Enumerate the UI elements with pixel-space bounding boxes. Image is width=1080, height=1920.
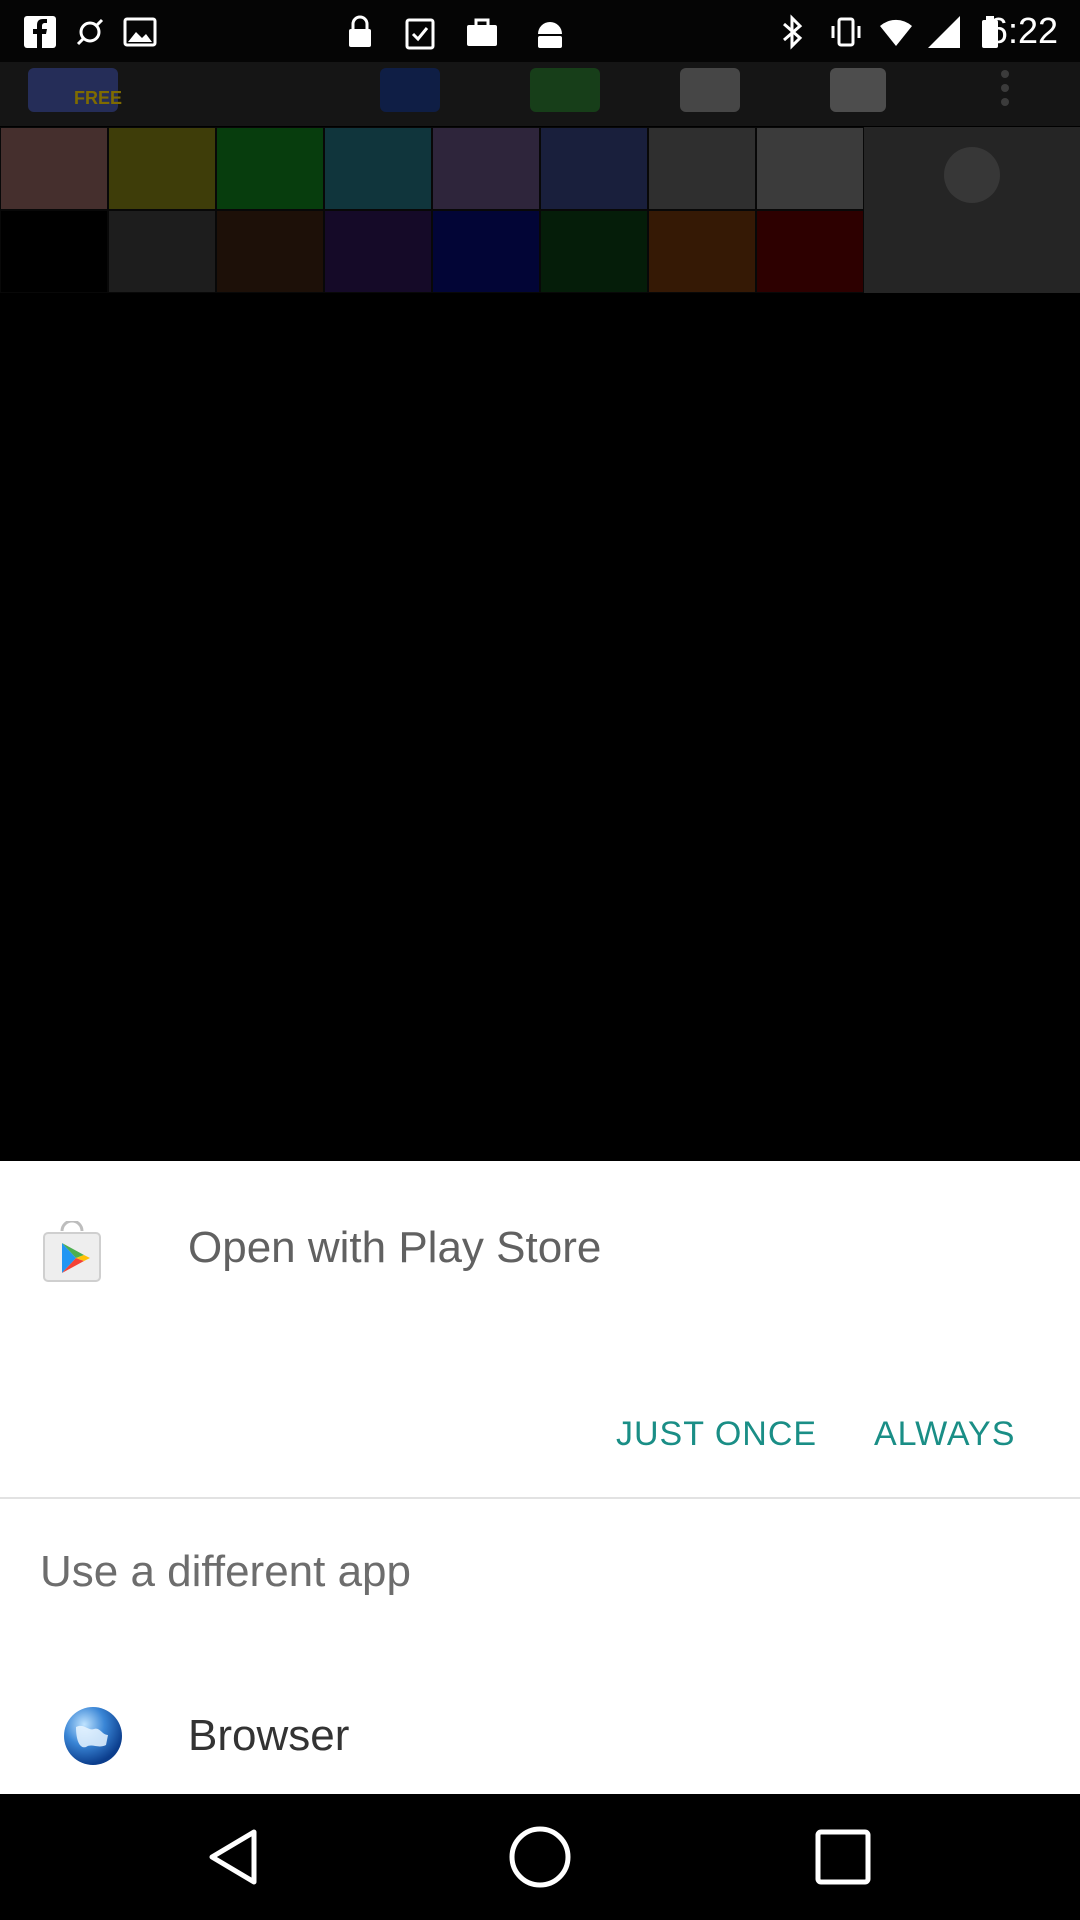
sheet-header: Open with Play Store JUST ONCE ALWAYS	[0, 1161, 1080, 1497]
navigation-bar	[0, 1794, 1080, 1920]
divider	[0, 1497, 1080, 1499]
wifi-icon	[880, 19, 912, 46]
facebook-icon	[24, 16, 56, 48]
lock-icon	[349, 15, 371, 47]
dialog-title: Open with Play Store	[188, 1223, 602, 1272]
recents-icon[interactable]	[808, 1822, 878, 1892]
clock-time: 6:22	[987, 10, 1058, 51]
android-icon	[538, 22, 562, 48]
signal-icon	[928, 16, 960, 48]
app-option-label: Browser	[188, 1711, 350, 1760]
briefcase-icon	[467, 18, 497, 46]
always-button[interactable]: ALWAYS	[874, 1401, 1015, 1467]
vibrate-icon	[831, 17, 861, 47]
app-chooser-sheet: Open with Play Store JUST ONCE ALWAYS Us…	[0, 1161, 1080, 1794]
dialog-scrim[interactable]	[0, 62, 1080, 1161]
bluetooth-icon	[783, 14, 803, 50]
back-icon[interactable]	[202, 1822, 272, 1892]
image-icon	[123, 17, 157, 47]
fake-gps-icon	[76, 18, 104, 46]
app-option-browser[interactable]: Browser	[0, 1681, 1080, 1791]
play-store-icon	[43, 1221, 101, 1282]
status-bar: 6:22	[0, 0, 1080, 62]
home-icon[interactable]	[505, 1822, 575, 1892]
use-different-app-label: Use a different app	[40, 1547, 411, 1596]
globe-icon	[64, 1707, 122, 1765]
clipboard-check-icon	[405, 18, 435, 50]
just-once-button[interactable]: JUST ONCE	[616, 1401, 817, 1467]
